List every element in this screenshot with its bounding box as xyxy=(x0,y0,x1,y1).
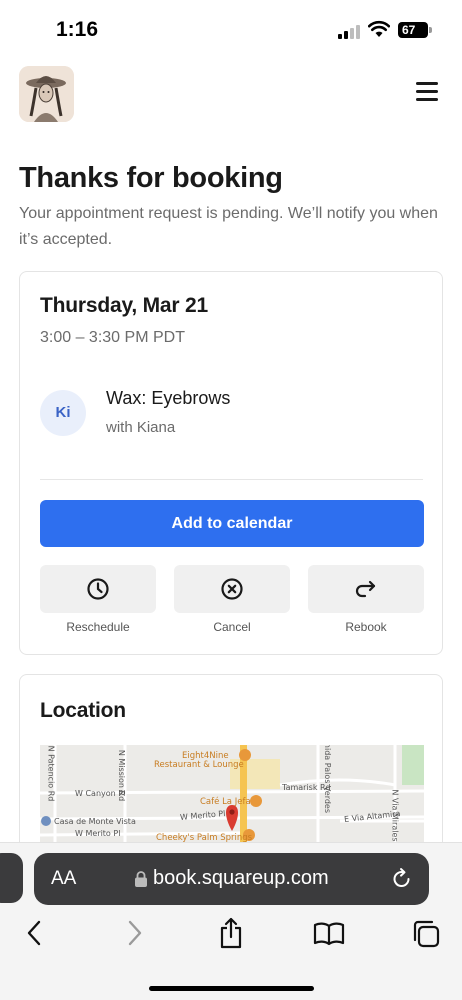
reload-icon[interactable] xyxy=(391,867,413,891)
url-text[interactable]: book.squareup.com xyxy=(153,867,329,890)
rebook-label[interactable]: Rebook xyxy=(308,620,424,634)
staff-avatar: Ki xyxy=(40,390,86,436)
home-indicator[interactable] xyxy=(149,986,314,991)
page-subtitle: Your appointment request is pending. We’… xyxy=(19,205,438,248)
map-label-palos-verdes: enida Palos Verdes xyxy=(323,745,333,814)
rebook-button[interactable] xyxy=(308,565,424,613)
text-size-button[interactable]: AA xyxy=(51,868,76,890)
clock-icon xyxy=(87,578,109,600)
lock-icon xyxy=(135,871,147,887)
page-title: Thanks for booking xyxy=(19,162,283,194)
forward-icon[interactable] xyxy=(123,919,145,947)
map-label-eight4nine-sub: Restaurant & Lounge xyxy=(154,760,244,770)
wifi-icon xyxy=(368,20,390,37)
service-staff: with Kiana xyxy=(106,419,176,436)
location-title: Location xyxy=(40,699,126,722)
map-label-cafe: Café La Jefa xyxy=(200,797,251,807)
previous-tab-preview[interactable] xyxy=(0,853,23,903)
map-label-n-via-miraleste: N Via Miraleste xyxy=(390,789,400,850)
add-to-calendar-button[interactable]: Add to calendar xyxy=(40,500,424,547)
appointment-time: 3:00 – 3:30 PM PDT xyxy=(40,329,185,346)
map-label-casa: Casa de Monte Vista xyxy=(54,817,136,826)
status-bar: 1:16 67 xyxy=(0,0,462,58)
share-icon[interactable] xyxy=(218,917,244,949)
text-size-label: AA xyxy=(51,868,77,889)
browser-toolbar: AA book.squareup.com xyxy=(0,842,462,1000)
back-icon[interactable] xyxy=(24,919,46,947)
map-label-w-merito-2: W Merito Pl xyxy=(75,829,121,838)
bookmarks-icon[interactable] xyxy=(313,921,345,947)
cellular-signal-icon xyxy=(338,25,362,39)
business-logo[interactable] xyxy=(19,66,74,122)
cancel-label[interactable]: Cancel xyxy=(174,620,290,634)
map-label-n-patencio: N Patencio Rd xyxy=(46,745,56,802)
address-bar[interactable]: AA book.squareup.com xyxy=(34,853,429,905)
map-label-n-mission: N Mission Rd xyxy=(117,749,127,802)
site-header xyxy=(0,64,462,124)
hamburger-menu-icon[interactable] xyxy=(412,78,442,104)
redo-arrow-icon xyxy=(355,580,376,598)
service-name: Wax: Eyebrows xyxy=(106,388,231,408)
cancel-button[interactable] xyxy=(174,565,290,613)
circle-x-icon xyxy=(221,578,243,600)
divider xyxy=(40,479,423,480)
battery-cap xyxy=(429,27,432,33)
appointment-card: Thursday, Mar 21 3:00 – 3:30 PM PDT Ki W… xyxy=(19,271,443,655)
logo-illustration-icon xyxy=(19,66,74,122)
tabs-icon[interactable] xyxy=(411,919,441,949)
status-time: 1:16 xyxy=(56,18,99,41)
appointment-date: Thursday, Mar 21 xyxy=(40,294,208,317)
battery-icon: 67 xyxy=(398,22,428,38)
reschedule-label[interactable]: Reschedule xyxy=(40,620,156,634)
reschedule-button[interactable] xyxy=(40,565,156,613)
